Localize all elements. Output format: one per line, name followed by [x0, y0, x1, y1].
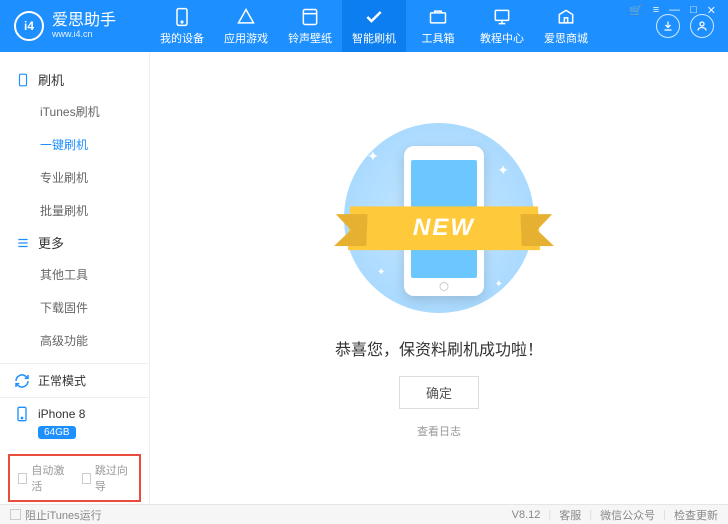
sidebar-item-一键刷机[interactable]: 一键刷机	[0, 128, 149, 161]
support-link[interactable]: 客服	[559, 507, 581, 523]
titlebar: i4 爱思助手 www.i4.cn 我的设备应用游戏铃声壁纸智能刷机工具箱教程中…	[0, 0, 728, 52]
nav-应用游戏[interactable]: 应用游戏	[214, 0, 278, 52]
nav-icon	[236, 7, 256, 27]
nav-icon	[364, 7, 384, 27]
sidebar-item-下载固件[interactable]: 下载固件	[0, 291, 149, 324]
group-icon	[16, 236, 30, 250]
block-itunes-checkbox[interactable]	[10, 509, 21, 520]
main-nav: 我的设备应用游戏铃声壁纸智能刷机工具箱教程中心爱思商城	[150, 0, 656, 52]
device-block[interactable]: iPhone 8 64GB	[0, 397, 149, 450]
mode-status[interactable]: 正常模式	[0, 363, 149, 397]
group-icon	[16, 73, 30, 87]
sidebar-item-iTunes刷机[interactable]: iTunes刷机	[0, 95, 149, 128]
flash-options: 自动激活 跳过向导	[8, 454, 141, 502]
phone-icon	[14, 406, 30, 422]
sidebar-item-批量刷机[interactable]: 批量刷机	[0, 194, 149, 227]
nav-教程中心[interactable]: 教程中心	[470, 0, 534, 52]
nav-工具箱[interactable]: 工具箱	[406, 0, 470, 52]
nav-爱思商城[interactable]: 爱思商城	[534, 0, 598, 52]
version-label: V8.12	[512, 509, 541, 521]
main-content: ✦ ✦ ✦ ✦ NEW 恭喜您，保资料刷机成功啦！ 确定 查看日志	[150, 52, 728, 504]
block-itunes-label: 阻止iTunes运行	[25, 507, 102, 523]
minimize-button[interactable]: —	[669, 4, 680, 16]
logo-icon: i4	[14, 11, 44, 41]
app-site: www.i4.cn	[52, 29, 116, 39]
confirm-button[interactable]: 确定	[399, 376, 479, 409]
skip-guide-checkbox[interactable]: 跳过向导	[82, 462, 132, 494]
nav-icon	[300, 7, 320, 27]
nav-icon	[428, 7, 448, 27]
nav-icon	[172, 7, 192, 27]
new-ribbon: NEW	[348, 206, 540, 250]
view-log-link[interactable]: 查看日志	[417, 423, 461, 439]
sidebar-item-高级功能[interactable]: 高级功能	[0, 324, 149, 357]
auto-activate-checkbox[interactable]: 自动激活	[18, 462, 68, 494]
sidebar-group[interactable]: 刷机	[0, 64, 149, 95]
nav-智能刷机[interactable]: 智能刷机	[342, 0, 406, 52]
sidebar-group[interactable]: 更多	[0, 227, 149, 258]
device-name: iPhone 8	[38, 407, 85, 421]
storage-badge: 64GB	[38, 426, 76, 439]
success-message: 恭喜您，保资料刷机成功啦！	[335, 336, 543, 360]
app-name: 爱思助手	[52, 13, 116, 29]
nav-icon	[492, 7, 512, 27]
refresh-icon	[14, 373, 30, 389]
nav-铃声壁纸[interactable]: 铃声壁纸	[278, 0, 342, 52]
sidebar-item-其他工具[interactable]: 其他工具	[0, 258, 149, 291]
success-illustration: ✦ ✦ ✦ ✦ NEW	[339, 118, 539, 318]
logo: i4 爱思助手 www.i4.cn	[0, 11, 150, 41]
maximize-button[interactable]: □	[690, 4, 697, 16]
menu-icon[interactable]: ≡	[653, 4, 659, 16]
mode-text: 正常模式	[38, 372, 86, 389]
status-bar: 阻止iTunes运行 V8.12| 客服| 微信公众号| 检查更新	[0, 504, 728, 524]
sidebar: 刷机iTunes刷机一键刷机专业刷机批量刷机更多其他工具下载固件高级功能 正常模…	[0, 52, 150, 504]
nav-icon	[556, 7, 576, 27]
close-button[interactable]: ✕	[707, 4, 716, 17]
sidebar-item-专业刷机[interactable]: 专业刷机	[0, 161, 149, 194]
nav-我的设备[interactable]: 我的设备	[150, 0, 214, 52]
cart-icon[interactable]: 🛒	[629, 4, 643, 17]
